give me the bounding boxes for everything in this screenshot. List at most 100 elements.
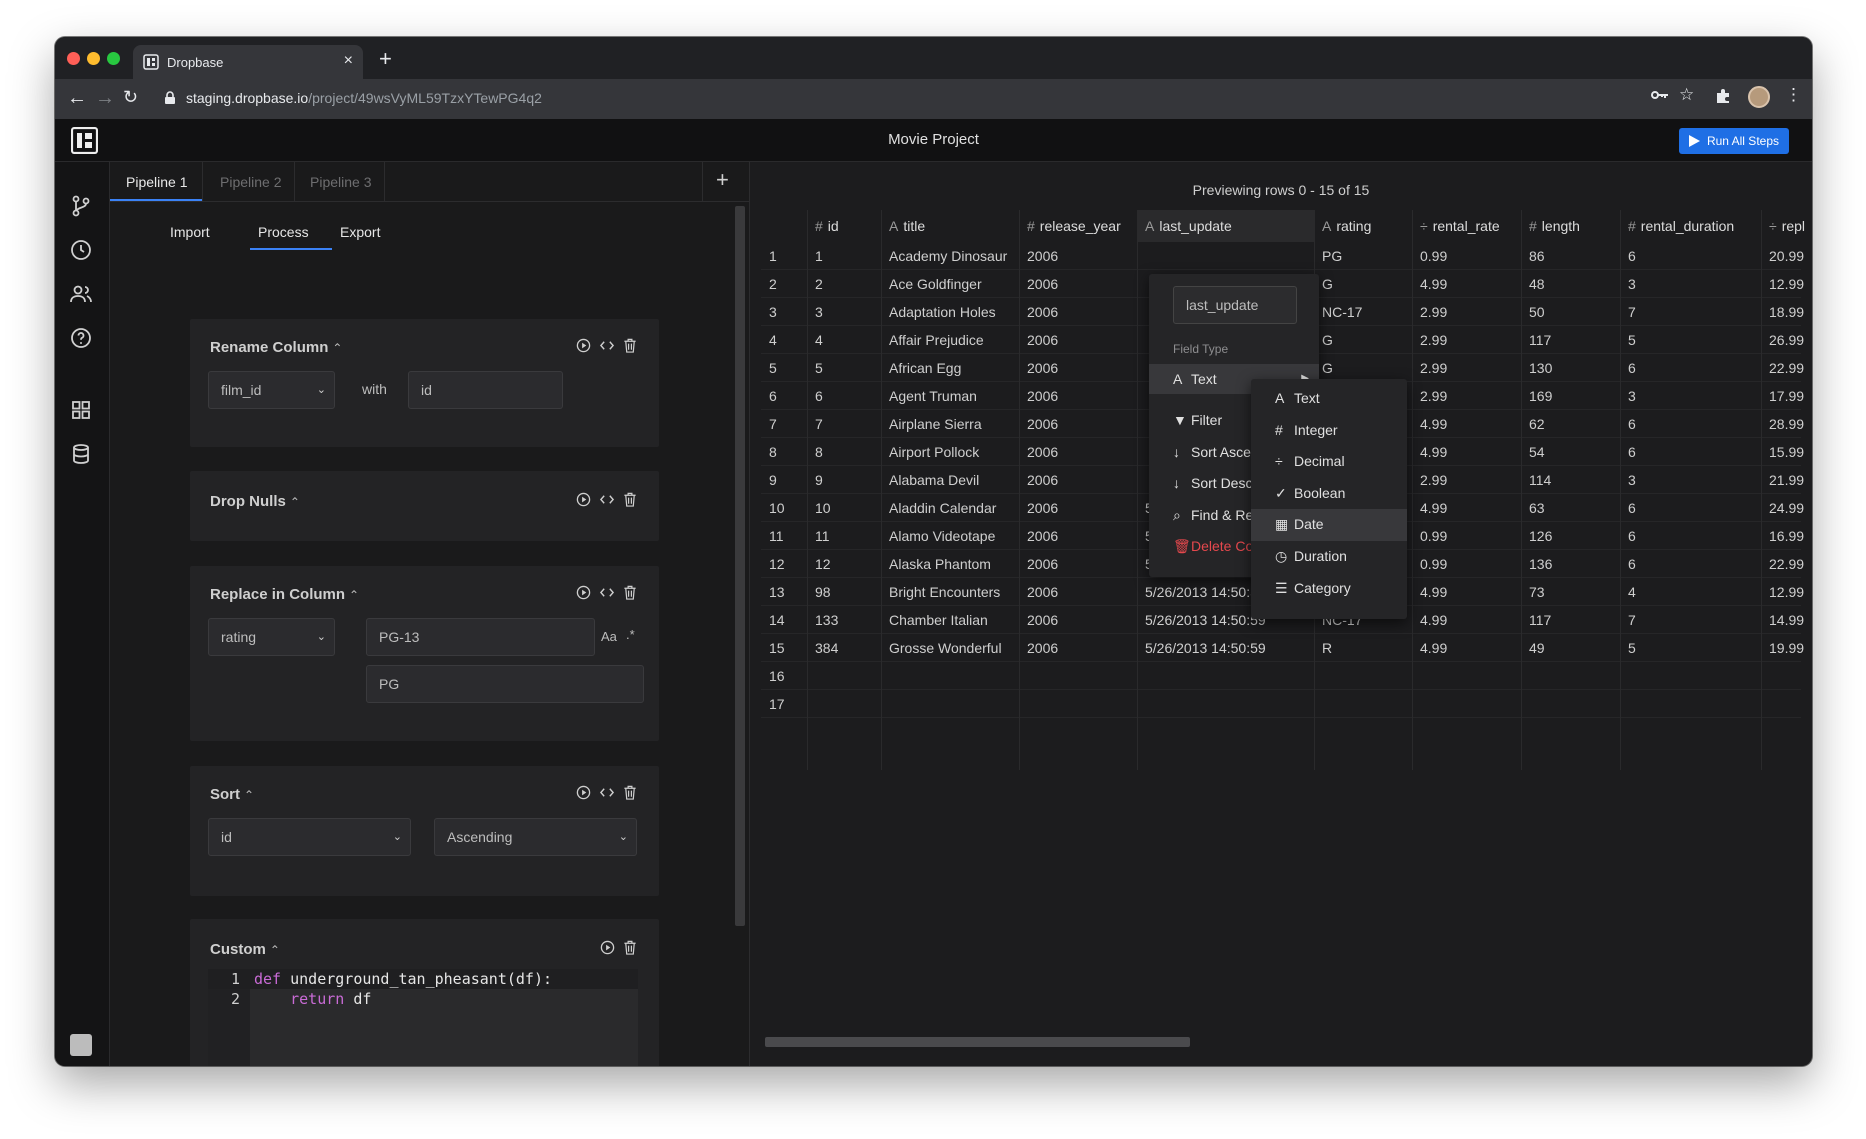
- table-cell[interactable]: 3: [1620, 270, 1761, 298]
- table-cell[interactable]: [1412, 690, 1521, 718]
- table-cell[interactable]: 0.99: [1412, 242, 1521, 270]
- browser-menu-icon[interactable]: ⋮: [1785, 85, 1802, 105]
- run-step-icon[interactable]: [576, 585, 591, 600]
- table-cell[interactable]: 2006: [1019, 438, 1137, 466]
- table-cell[interactable]: 3: [1620, 382, 1761, 410]
- table-cell[interactable]: [807, 662, 881, 690]
- table-cell[interactable]: 2006: [1019, 242, 1137, 270]
- table-cell[interactable]: 6: [1620, 410, 1761, 438]
- table-cell[interactable]: 2006: [1019, 522, 1137, 550]
- table-cell[interactable]: 6: [1620, 550, 1761, 578]
- table-cell[interactable]: 126: [1521, 522, 1620, 550]
- run-step-icon[interactable]: [576, 492, 591, 507]
- delete-icon[interactable]: [623, 338, 637, 353]
- table-cell[interactable]: 4.99: [1412, 494, 1521, 522]
- table-cell[interactable]: 24.99: [1761, 494, 1812, 522]
- type-option-text[interactable]: A Text: [1251, 383, 1407, 415]
- run-all-steps-button[interactable]: Run All Steps: [1678, 128, 1789, 154]
- table-cell[interactable]: 2006: [1019, 578, 1137, 606]
- table-cell[interactable]: 2.99: [1412, 326, 1521, 354]
- rename-source-select[interactable]: film_id ⌄: [208, 371, 335, 409]
- table-cell[interactable]: 5: [1620, 326, 1761, 354]
- table-cell[interactable]: 2006: [1019, 550, 1137, 578]
- delete-icon[interactable]: [623, 940, 637, 955]
- table-cell[interactable]: 2006: [1019, 354, 1137, 382]
- table-row[interactable]: 1 1 Academy Dinosaur 2006 PG 0.99 86 6 20.99: [761, 242, 1804, 270]
- table-cell[interactable]: 86: [1521, 242, 1620, 270]
- table-cell[interactable]: R: [1314, 634, 1412, 662]
- table-cell[interactable]: 2006: [1019, 606, 1137, 634]
- table-cell[interactable]: 6: [807, 382, 881, 410]
- table-cell[interactable]: 1: [807, 242, 881, 270]
- code-icon[interactable]: [599, 585, 615, 600]
- tab-export[interactable]: Export: [340, 224, 380, 240]
- replace-value-input[interactable]: PG: [366, 665, 644, 703]
- table-cell[interactable]: 4: [807, 326, 881, 354]
- table-cell[interactable]: 22.99: [1761, 354, 1812, 382]
- delete-icon[interactable]: [623, 585, 637, 600]
- table-cell[interactable]: 0.99: [1412, 522, 1521, 550]
- table-cell[interactable]: 130: [1521, 354, 1620, 382]
- table-cell[interactable]: [1314, 690, 1412, 718]
- table-cell[interactable]: 49: [1521, 634, 1620, 662]
- table-cell[interactable]: 2006: [1019, 298, 1137, 326]
- column-header-last_update[interactable]: Alast_update: [1137, 210, 1314, 242]
- run-step-icon[interactable]: [576, 338, 591, 353]
- table-cell[interactable]: 21.99: [1761, 466, 1812, 494]
- close-tab-icon[interactable]: ×: [344, 52, 353, 70]
- step-title[interactable]: Custom ⌃: [210, 941, 280, 958]
- table-cell[interactable]: [1137, 690, 1314, 718]
- step-title[interactable]: Rename Column ⌃: [210, 339, 342, 356]
- minimize-window-button[interactable]: [87, 52, 100, 65]
- profile-avatar[interactable]: [1748, 86, 1770, 108]
- table-cell[interactable]: Alamo Videotape: [881, 522, 1019, 550]
- table-cell[interactable]: Bright Encounters: [881, 578, 1019, 606]
- table-cell[interactable]: 4.99: [1412, 410, 1521, 438]
- table-cell[interactable]: 3: [1620, 466, 1761, 494]
- table-cell[interactable]: 6: [1620, 438, 1761, 466]
- table-row[interactable]: 15 384 Grosse Wonderful 2006 5/26/2013 14:50…: [761, 634, 1804, 662]
- table-cell[interactable]: 4.99: [1412, 634, 1521, 662]
- table-cell[interactable]: G: [1314, 354, 1412, 382]
- key-icon[interactable]: [1651, 89, 1669, 101]
- table-cell[interactable]: 136: [1521, 550, 1620, 578]
- table-cell[interactable]: 15.99: [1761, 438, 1812, 466]
- table-cell[interactable]: 54: [1521, 438, 1620, 466]
- type-option-duration[interactable]: ◷ Duration: [1251, 541, 1407, 573]
- table-cell[interactable]: Airport Pollock: [881, 438, 1019, 466]
- table-cell[interactable]: 2.99: [1412, 382, 1521, 410]
- table-cell[interactable]: 5: [807, 354, 881, 382]
- table-cell[interactable]: Adaptation Holes: [881, 298, 1019, 326]
- table-cell[interactable]: 4.99: [1412, 438, 1521, 466]
- match-case-toggle[interactable]: Aa: [601, 629, 617, 644]
- table-cell[interactable]: 2006: [1019, 494, 1137, 522]
- table-cell[interactable]: 169: [1521, 382, 1620, 410]
- column-name-input[interactable]: last_update: [1173, 286, 1297, 324]
- extensions-icon[interactable]: [1715, 88, 1731, 104]
- run-step-icon[interactable]: [576, 785, 591, 800]
- delete-icon[interactable]: [623, 785, 637, 800]
- table-cell[interactable]: 2006: [1019, 410, 1137, 438]
- column-header-title[interactable]: Atitle: [881, 210, 1019, 242]
- column-header-repl[interactable]: ÷ repl: [1761, 210, 1812, 242]
- table-cell[interactable]: 4.99: [1412, 606, 1521, 634]
- table-cell[interactable]: 18.99: [1761, 298, 1812, 326]
- table-cell[interactable]: 4.99: [1412, 578, 1521, 606]
- table-cell[interactable]: 26.99: [1761, 326, 1812, 354]
- panel-scrollbar[interactable]: [735, 206, 745, 926]
- table-cell[interactable]: [1521, 690, 1620, 718]
- table-cell[interactable]: 133: [807, 606, 881, 634]
- table-cell[interactable]: 63: [1521, 494, 1620, 522]
- delete-icon[interactable]: [623, 492, 637, 507]
- step-title[interactable]: Sort ⌃: [210, 786, 254, 803]
- type-option-decimal[interactable]: ÷ Decimal: [1251, 446, 1407, 478]
- table-cell[interactable]: 384: [807, 634, 881, 662]
- run-step-icon[interactable]: [600, 940, 615, 955]
- column-header-id[interactable]: # id: [807, 210, 881, 242]
- step-title[interactable]: Drop Nulls ⌃: [210, 493, 300, 510]
- find-value-input[interactable]: PG-13: [366, 618, 595, 656]
- horizontal-scrollbar[interactable]: [765, 1037, 1190, 1047]
- database-icon[interactable]: [69, 442, 93, 466]
- history-clock-icon[interactable]: [69, 238, 93, 262]
- table-cell[interactable]: 114: [1521, 466, 1620, 494]
